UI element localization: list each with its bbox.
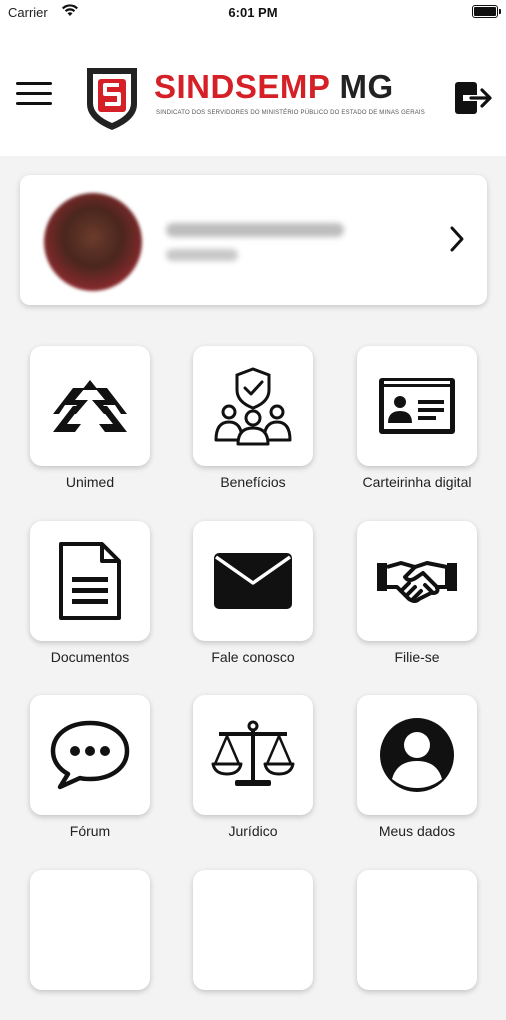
envelope-icon (214, 553, 292, 609)
hamburger-icon-line (16, 102, 52, 105)
menu-tile-partial[interactable] (20, 870, 170, 1020)
menu-tile-documentos[interactable]: Documentos (20, 521, 170, 671)
menu-tile-fale-conosco[interactable]: Fale conosco (183, 521, 333, 671)
tile-label: Benefícios (220, 474, 286, 490)
handshake-icon (377, 561, 457, 603)
battery-icon (472, 5, 501, 18)
menu-tile-filie-se[interactable]: Filie-se (347, 521, 497, 671)
menu-tile-meus-dados[interactable]: Meus dados (347, 695, 497, 845)
logo-title-red: SINDSEMP (154, 68, 330, 105)
logo-title-dark: MG (339, 68, 394, 105)
chat-bubble-icon (50, 720, 130, 790)
tile-card (357, 695, 477, 815)
logout-icon (455, 82, 492, 114)
menu-tile-juridico[interactable]: Jurídico (183, 695, 333, 845)
profile-subtitle-blurred (166, 249, 238, 261)
user-circle-icon (380, 718, 454, 792)
profile-card[interactable] (20, 175, 487, 305)
tile-label: Unimed (65, 474, 115, 490)
tile-card (30, 695, 150, 815)
tile-card (193, 695, 313, 815)
tile-card (30, 346, 150, 466)
status-bar: Carrier 6:01 PM (0, 0, 506, 24)
tile-card (357, 346, 477, 466)
unimed-icon (53, 380, 127, 432)
tile-label: Documentos (50, 649, 130, 665)
document-icon (59, 542, 121, 620)
menu-tile-forum[interactable]: Fórum (20, 695, 170, 845)
tile-card (30, 870, 150, 990)
scales-icon (211, 720, 295, 786)
id-card-icon (379, 378, 455, 434)
menu-tile-partial[interactable] (347, 870, 497, 1020)
tile-card (193, 870, 313, 990)
menu-tile-carteirinha[interactable]: Carteirinha digital (347, 346, 497, 496)
shield-logo-icon (87, 68, 137, 130)
profile-name-blurred (166, 223, 344, 237)
tile-label: Fale conosco (211, 649, 295, 665)
menu-tile-unimed[interactable]: Unimed (20, 346, 170, 496)
menu-tile-beneficios[interactable]: Benefícios (183, 346, 333, 496)
tile-card (193, 346, 313, 466)
hamburger-icon-line (16, 82, 52, 85)
tile-label: Fórum (69, 823, 111, 839)
tile-card (193, 521, 313, 641)
tile-label: Carteirinha digital (362, 474, 472, 490)
tile-label: Filie-se (394, 649, 440, 665)
sindsemp-logo: SINDSEMP MG SINDICATO DOS SERVIDORES DO … (84, 64, 425, 136)
chevron-right-icon (450, 226, 464, 252)
tile-label: Meus dados (378, 823, 456, 839)
clock: 6:01 PM (228, 5, 278, 20)
tile-label: Jurídico (228, 823, 278, 839)
logo-subtitle: SINDICATO DOS SERVIDORES DO MINISTÉRIO P… (156, 110, 425, 116)
avatar (44, 193, 142, 291)
app-header: SINDSEMP MG SINDICATO DOS SERVIDORES DO … (0, 24, 506, 156)
hamburger-icon-line (16, 92, 52, 95)
menu-tile-partial[interactable] (183, 870, 333, 1020)
tile-card (357, 521, 477, 641)
tile-card (357, 870, 477, 990)
tile-card (30, 521, 150, 641)
logout-button[interactable] (453, 80, 493, 116)
benefits-icon (214, 367, 292, 446)
logo-title: SINDSEMP MG (154, 68, 394, 106)
hamburger-menu-button[interactable] (16, 82, 52, 110)
